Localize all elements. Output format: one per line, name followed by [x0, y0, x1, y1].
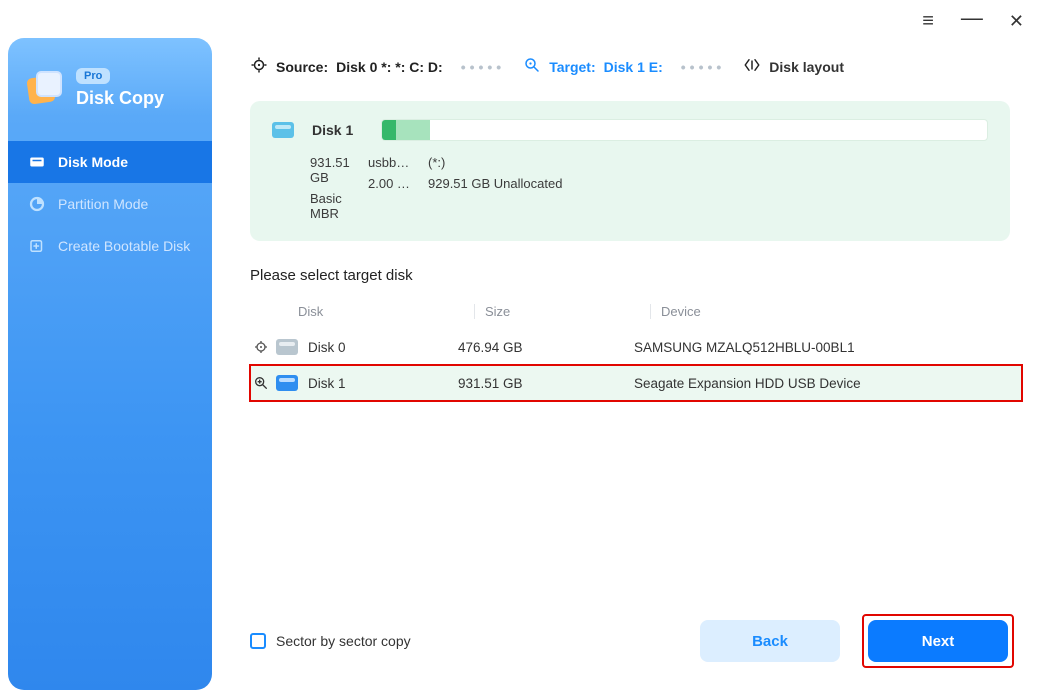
- step-separator: •••••: [681, 59, 726, 75]
- partition-seg-1: [382, 120, 396, 140]
- disk-icon: [272, 122, 294, 138]
- sidebar-nav: Disk Mode Partition Mode Create Bootable…: [8, 141, 212, 267]
- sidebar: Pro Disk Copy Disk Mode Partition Mode: [8, 38, 212, 690]
- col-disk: Disk: [298, 304, 474, 319]
- disk-device: Seagate Expansion HDD USB Device: [624, 376, 1022, 391]
- disk-icon: [276, 375, 298, 391]
- layout-arrows-icon: [743, 56, 761, 77]
- target-disk-summary: Disk 1 931.51 GB Basic MBR usbb… 2.00 … …: [250, 101, 1010, 241]
- step-disk-layout[interactable]: Disk layout: [743, 56, 844, 77]
- table-header: Disk Size Device: [250, 298, 1022, 329]
- disk-table: Disk Size Device Disk 0 476.94 GB SAMSUN…: [250, 298, 1022, 401]
- disk-size: 931.51 GB: [448, 376, 624, 391]
- sector-copy-checkbox[interactable]: Sector by sector copy: [250, 633, 411, 649]
- summary-p1-name: usbb…: [368, 155, 428, 170]
- crosshair-icon: [250, 339, 272, 355]
- pro-badge: Pro: [76, 68, 110, 84]
- sector-copy-label: Sector by sector copy: [276, 633, 411, 649]
- footer: Sector by sector copy Back Next: [250, 614, 1014, 668]
- summary-size: 931.51 GB: [272, 155, 368, 185]
- close-button[interactable]: ✕: [1009, 12, 1024, 30]
- partition-seg-2: [396, 120, 430, 140]
- next-button-highlight: Next: [862, 614, 1014, 668]
- window-controls: ≡ — ✕: [922, 10, 1024, 32]
- step-source-label: Source:: [276, 59, 328, 75]
- instruction-text: Please select target disk: [250, 267, 1014, 284]
- summary-disk-name: Disk 1: [312, 122, 353, 138]
- disk-name: Disk 1: [308, 376, 448, 391]
- menu-icon[interactable]: ≡: [922, 11, 935, 31]
- disk-size: 476.94 GB: [448, 340, 624, 355]
- checkbox-icon: [250, 633, 266, 649]
- summary-p2-name: (*:): [428, 155, 562, 170]
- sidebar-item-label: Disk Mode: [58, 154, 128, 170]
- target-magnifier-icon: [250, 375, 272, 391]
- step-separator: •••••: [461, 59, 506, 75]
- sidebar-item-label: Partition Mode: [58, 196, 148, 212]
- main-panel: Source: Disk 0 *: *: C: D: ••••• Target:…: [250, 56, 1014, 682]
- step-target-label: Target:: [549, 59, 595, 75]
- col-device: Device: [650, 304, 1022, 319]
- step-source-value: Disk 0 *: *: C: D:: [336, 59, 443, 75]
- disk-icon: [28, 153, 46, 171]
- target-magnifier-icon: [523, 56, 541, 77]
- col-size: Size: [474, 304, 650, 319]
- pie-icon: [28, 195, 46, 213]
- app-name: Disk Copy: [76, 88, 164, 109]
- next-button[interactable]: Next: [868, 620, 1008, 662]
- disk-name: Disk 0: [308, 340, 448, 355]
- table-row[interactable]: Disk 0 476.94 GB SAMSUNG MZALQ512HBLU-00…: [250, 329, 1022, 365]
- step-layout-label: Disk layout: [769, 59, 844, 75]
- step-target-value: Disk 1 E:: [604, 59, 663, 75]
- crosshair-icon: [250, 56, 268, 77]
- summary-p2-size: 929.51 GB Unallocated: [428, 176, 562, 191]
- sidebar-item-partition-mode[interactable]: Partition Mode: [8, 183, 212, 225]
- disk-icon: [276, 339, 298, 355]
- step-source[interactable]: Source: Disk 0 *: *: C: D:: [250, 56, 443, 77]
- brand: Pro Disk Copy: [8, 68, 212, 135]
- summary-p1-size: 2.00 …: [368, 176, 428, 191]
- summary-type: Basic MBR: [272, 191, 368, 221]
- partition-bar: [381, 119, 988, 141]
- step-target[interactable]: Target: Disk 1 E:: [523, 56, 663, 77]
- minimize-button[interactable]: —: [961, 7, 983, 29]
- plus-disk-icon: [28, 237, 46, 255]
- table-row[interactable]: Disk 1 931.51 GB Seagate Expansion HDD U…: [250, 365, 1022, 401]
- sidebar-item-label: Create Bootable Disk: [58, 238, 190, 254]
- app-window: ≡ — ✕ Pro Disk Copy Disk Mode: [0, 0, 1038, 698]
- sidebar-item-create-bootable[interactable]: Create Bootable Disk: [8, 225, 212, 267]
- app-logo-icon: [28, 71, 64, 107]
- sidebar-item-disk-mode[interactable]: Disk Mode: [8, 141, 212, 183]
- disk-device: SAMSUNG MZALQ512HBLU-00BL1: [624, 340, 1022, 355]
- back-button[interactable]: Back: [700, 620, 840, 662]
- wizard-steps: Source: Disk 0 *: *: C: D: ••••• Target:…: [250, 56, 1014, 77]
